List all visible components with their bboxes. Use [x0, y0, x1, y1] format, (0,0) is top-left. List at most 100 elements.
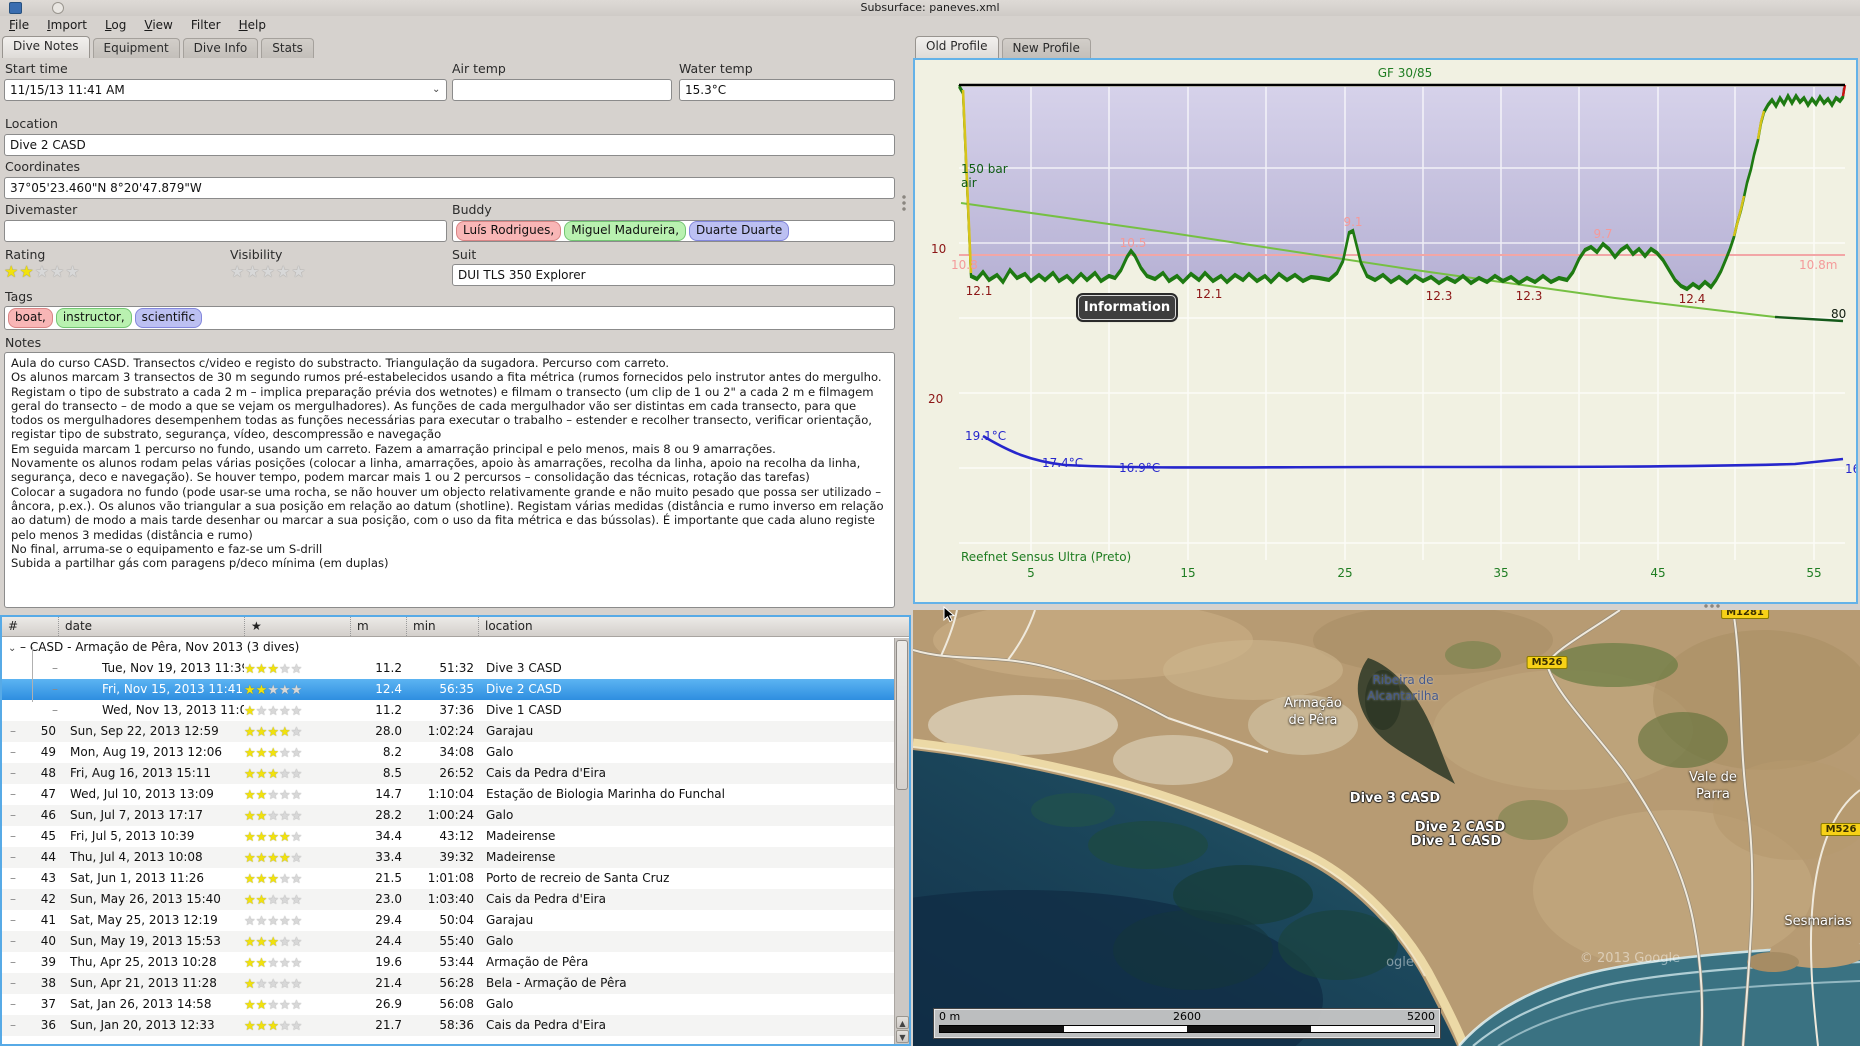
chart-label: 17.4°C [1042, 456, 1084, 470]
location-field[interactable]: Dive 2 CASD [4, 134, 895, 156]
table-row[interactable]: –50 Sun, Sep 22, 2013 12:59 ★★★★★ 28.0 1:02:… [2, 721, 909, 742]
chip: Duarte Duarte [689, 221, 790, 241]
tab-equipment[interactable]: Equipment [92, 38, 180, 58]
tags-label: Tags [5, 289, 33, 304]
column-header-m[interactable]: m [350, 617, 406, 636]
menu-log[interactable]: Log [96, 16, 135, 32]
chip: Miguel Madureira, [564, 221, 687, 241]
scroll-up-button[interactable]: ▲ [896, 1016, 909, 1029]
dive-site-map[interactable]: Armação de Pêra Ribeira de Alcantarilha M526… [913, 610, 1860, 1046]
title-bar[interactable]: Subsurface: paneves.xml [0, 0, 1860, 16]
map-label: Sesmarias [1784, 914, 1852, 929]
scroll-down-button[interactable]: ▼ [896, 1030, 909, 1043]
road-shield: M526 [1526, 656, 1568, 669]
suit-label: Suit [452, 247, 477, 262]
profile-tab-bar[interactable]: Old Profile New Profile [915, 36, 1094, 58]
coordinates-field[interactable]: 37°05'23.460"N 8°20'47.879"W [4, 177, 895, 199]
column-header-★[interactable]: ★ [244, 617, 350, 636]
star-icon: ★ [276, 262, 292, 281]
left-tab-bar[interactable]: Dive Notes Equipment Dive Info Stats [2, 36, 317, 58]
vertical-splitter[interactable] [902, 194, 906, 212]
tab-stats[interactable]: Stats [261, 38, 314, 58]
chart-label: 15 [1180, 566, 1196, 580]
table-row[interactable]: –36 Sun, Jan 20, 2013 12:33 ★★★★★ 21.7 58:36… [2, 1015, 909, 1036]
buddy-label: Buddy [452, 202, 492, 217]
table-row[interactable]: –47 Wed, Jul 10, 2013 13:09 ★★★★★ 14.7 1:10:… [2, 784, 909, 805]
table-row[interactable]: –48 Fri, Aug 16, 2013 15:11 ★★★★★ 8.5 26:52 C… [2, 763, 909, 784]
horizontal-splitter[interactable] [1703, 604, 1721, 608]
menu-filter[interactable]: Filter [182, 16, 230, 32]
star-icon: ★ [245, 262, 261, 281]
chip: Luís Rodrigues, [456, 221, 562, 241]
table-row[interactable]: –42 Sun, May 26, 2013 15:40 ★★★★★ 23.0 1:03:… [2, 889, 909, 910]
table-row[interactable]: –45 Fri, Jul 5, 2013 10:39 ★★★★★ 34.4 43:12 M… [2, 826, 909, 847]
table-row[interactable]: –43 Sat, Jun 1, 2013 11:26 ★★★★★ 21.5 1:01:0… [2, 868, 909, 889]
tab-old-profile[interactable]: Old Profile [915, 36, 999, 58]
coordinates-label: Coordinates [5, 159, 81, 174]
column-header-date[interactable]: date [58, 617, 244, 636]
menu-help[interactable]: Help [230, 16, 275, 32]
menu-view[interactable]: View [135, 16, 181, 32]
visibility-stars[interactable]: ★★★★★ [230, 262, 307, 281]
water-temp-label: Water temp [679, 61, 753, 76]
star-icon: ★ [50, 262, 66, 281]
start-time-combobox[interactable]: 11/15/13 11:41 AM ⌄ [4, 79, 447, 101]
table-row[interactable]: – Fri, Nov 15, 2013 11:41 ★★★★★ 12.4 56:35 Di… [2, 679, 909, 700]
map-label: Vale de [1689, 770, 1737, 785]
menu-bar[interactable]: File Import Log View Filter Help [0, 16, 1860, 35]
star-icon: ★ [19, 262, 35, 281]
table-row[interactable]: –40 Sun, May 19, 2013 15:53 ★★★★★ 24.4 55:40… [2, 931, 909, 952]
divemaster-label: Divemaster [5, 202, 78, 217]
chart-label: 9.1 [1343, 215, 1363, 229]
chart-label: 12.3 [1425, 289, 1453, 303]
table-row[interactable]: –49 Mon, Aug 19, 2013 12:06 ★★★★★ 8.2 34:08 G… [2, 742, 909, 763]
notes-textarea[interactable]: Aula do curso CASD. Transectos c/video e… [4, 352, 895, 608]
scale-end: 5200 [1407, 1010, 1435, 1023]
star-icon: ★ [65, 262, 81, 281]
rating-stars[interactable]: ★★★★★ [4, 262, 81, 281]
scale-mid: 2600 [1173, 1010, 1201, 1023]
scrollbar-thumb[interactable] [896, 640, 908, 790]
water-temp-field[interactable]: 15.3°C [679, 79, 895, 101]
column-header-#[interactable]: # [2, 617, 58, 636]
collapse-caret-icon[interactable]: ⌄ [8, 638, 20, 659]
table-row[interactable]: –46 Sun, Jul 7, 2013 17:17 ★★★★★ 28.2 1:00:2… [2, 805, 909, 826]
table-row[interactable]: –44 Thu, Jul 4, 2013 10:08 ★★★★★ 33.4 39:32 M… [2, 847, 909, 868]
chart-label: GF 30/85 [1377, 66, 1433, 80]
tab-dive-notes[interactable]: Dive Notes [2, 36, 90, 58]
table-row[interactable]: –38 Sun, Apr 21, 2013 11:28 ★★★★★ 21.4 56:28… [2, 973, 909, 994]
trip-header-row[interactable]: ⌄ – CASD - Armação de Pêra, Nov 2013 (3 d… [2, 637, 909, 658]
dive-list-scrollbar[interactable]: ▲ ▼ [894, 638, 909, 1044]
menu-file[interactable]: File [0, 16, 38, 32]
column-header-location[interactable]: location [478, 617, 909, 636]
column-header-min[interactable]: min [406, 617, 478, 636]
chart-label: air [961, 176, 977, 190]
star-icon: ★ [4, 262, 20, 281]
map-label: ogle [1386, 955, 1414, 970]
table-row[interactable]: –39 Thu, Apr 25, 2013 10:28 ★★★★★ 19.6 53:44… [2, 952, 909, 973]
air-temp-field[interactable] [452, 79, 672, 101]
menu-import[interactable]: Import [38, 16, 96, 32]
chevron-down-icon[interactable]: ⌄ [432, 85, 442, 95]
chart-label: 55 [1806, 566, 1822, 580]
start-time-label: Start time [5, 61, 68, 76]
tab-new-profile[interactable]: New Profile [1001, 38, 1091, 58]
tags-field[interactable]: boat, instructor, scientific [4, 306, 895, 330]
dive-list[interactable]: # date ★ m min location ⌄ – CASD - Armação de … [0, 615, 911, 1046]
chart-label: 10.5 [1119, 236, 1147, 250]
table-row[interactable]: – Tue, Nov 19, 2013 11:39 ★★★★★ 11.2 51:32 Di… [2, 658, 909, 679]
information-button[interactable]: Information [1078, 295, 1176, 320]
dive-list-header[interactable]: # date ★ m min location [2, 617, 909, 637]
star-icon: ★ [230, 262, 246, 281]
chart-label: 12.4 [1678, 292, 1706, 306]
suit-field[interactable]: DUI TLS 350 Explorer [452, 264, 895, 286]
divemaster-field[interactable] [4, 220, 447, 242]
notes-label: Notes [5, 335, 42, 350]
chart-label: 5 [1027, 566, 1035, 580]
tab-dive-info[interactable]: Dive Info [182, 38, 259, 58]
table-row[interactable]: –37 Sat, Jan 26, 2013 14:58 ★★★★★ 26.9 56:08… [2, 994, 909, 1015]
chip: instructor, [55, 308, 132, 328]
buddy-field[interactable]: Luís Rodrigues, Miguel Madureira, Duarte D… [452, 220, 895, 242]
table-row[interactable]: – Wed, Nov 13, 2013 11:06 ★★★★★ 11.2 37:36 Di… [2, 700, 909, 721]
table-row[interactable]: –41 Sat, May 25, 2013 12:19 ★★★★★ 29.4 50:04… [2, 910, 909, 931]
